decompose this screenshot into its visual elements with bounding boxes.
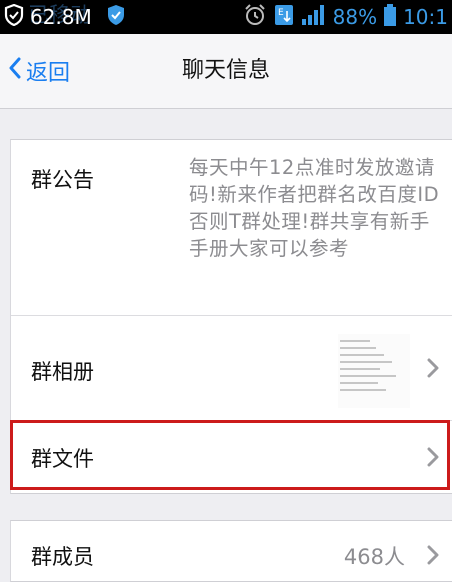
chevron-right-icon <box>427 358 439 382</box>
shield-icon <box>4 3 24 30</box>
battery-percent: 88% <box>332 5 378 29</box>
clock: 10:1 <box>403 5 448 29</box>
group-notice-row[interactable]: 群公告 每天中午12点准时发放邀请码!新来作者把群名改百度ID否则T群处理!群共… <box>11 140 452 316</box>
group-files-row[interactable]: 群文件 <box>11 421 452 493</box>
chevron-right-icon <box>427 447 439 471</box>
data-transfer-icon: E <box>273 3 295 31</box>
group-members-label: 群成员 <box>31 545 94 569</box>
album-thumbnail <box>338 334 410 408</box>
chevron-right-icon <box>427 545 439 569</box>
group-album-label: 群相册 <box>31 360 94 384</box>
navigation-bar: 返回 聊天信息 <box>0 34 452 109</box>
svg-text:E: E <box>278 8 284 18</box>
group-files-label: 群文件 <box>31 447 94 471</box>
status-bar: 已移动 62.8M E 88% 10:1 <box>0 0 452 34</box>
group-notice-label: 群公告 <box>31 168 94 192</box>
group-notice-text: 每天中午12点准时发放邀请码!新来作者把群名改百度ID否则T群处理!群共享有新手… <box>189 156 440 260</box>
group-members-count: 468人 <box>343 545 405 569</box>
page-title: 聊天信息 <box>181 58 270 83</box>
group-members-section: 群成员 468人 <box>10 520 452 582</box>
security-shield-icon <box>106 4 126 30</box>
battery-icon <box>383 3 397 31</box>
signal-icon <box>301 4 327 30</box>
memory-usage: 62.8M <box>30 5 92 29</box>
group-info-section: 群公告 每天中午12点准时发放邀请码!新来作者把群名改百度ID否则T群处理!群共… <box>10 139 452 494</box>
alarm-icon <box>243 3 267 31</box>
group-members-row[interactable]: 群成员 468人 <box>11 521 452 581</box>
group-album-row[interactable]: 群相册 <box>11 316 452 421</box>
